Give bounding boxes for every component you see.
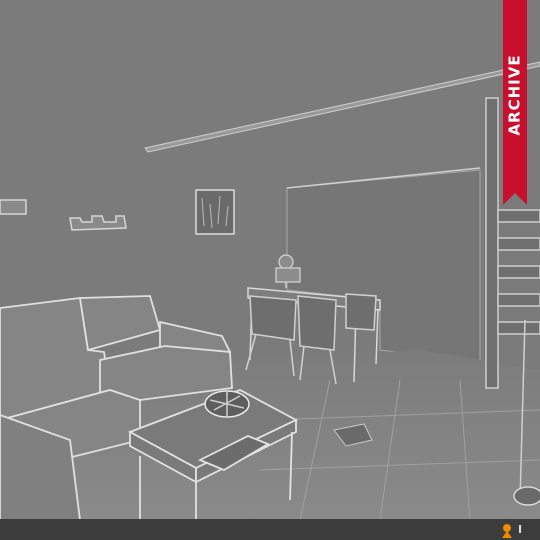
picture-frame-icon [195, 189, 235, 235]
archive-label: ARCHIVE [506, 54, 525, 136]
bottom-bar [0, 519, 540, 540]
archive-badge: ARCHIVE [503, 0, 527, 190]
photo-room-interior [0, 0, 540, 540]
stool-icon [513, 486, 540, 506]
bowl-icon [204, 390, 250, 418]
logo-text: I [518, 523, 523, 536]
